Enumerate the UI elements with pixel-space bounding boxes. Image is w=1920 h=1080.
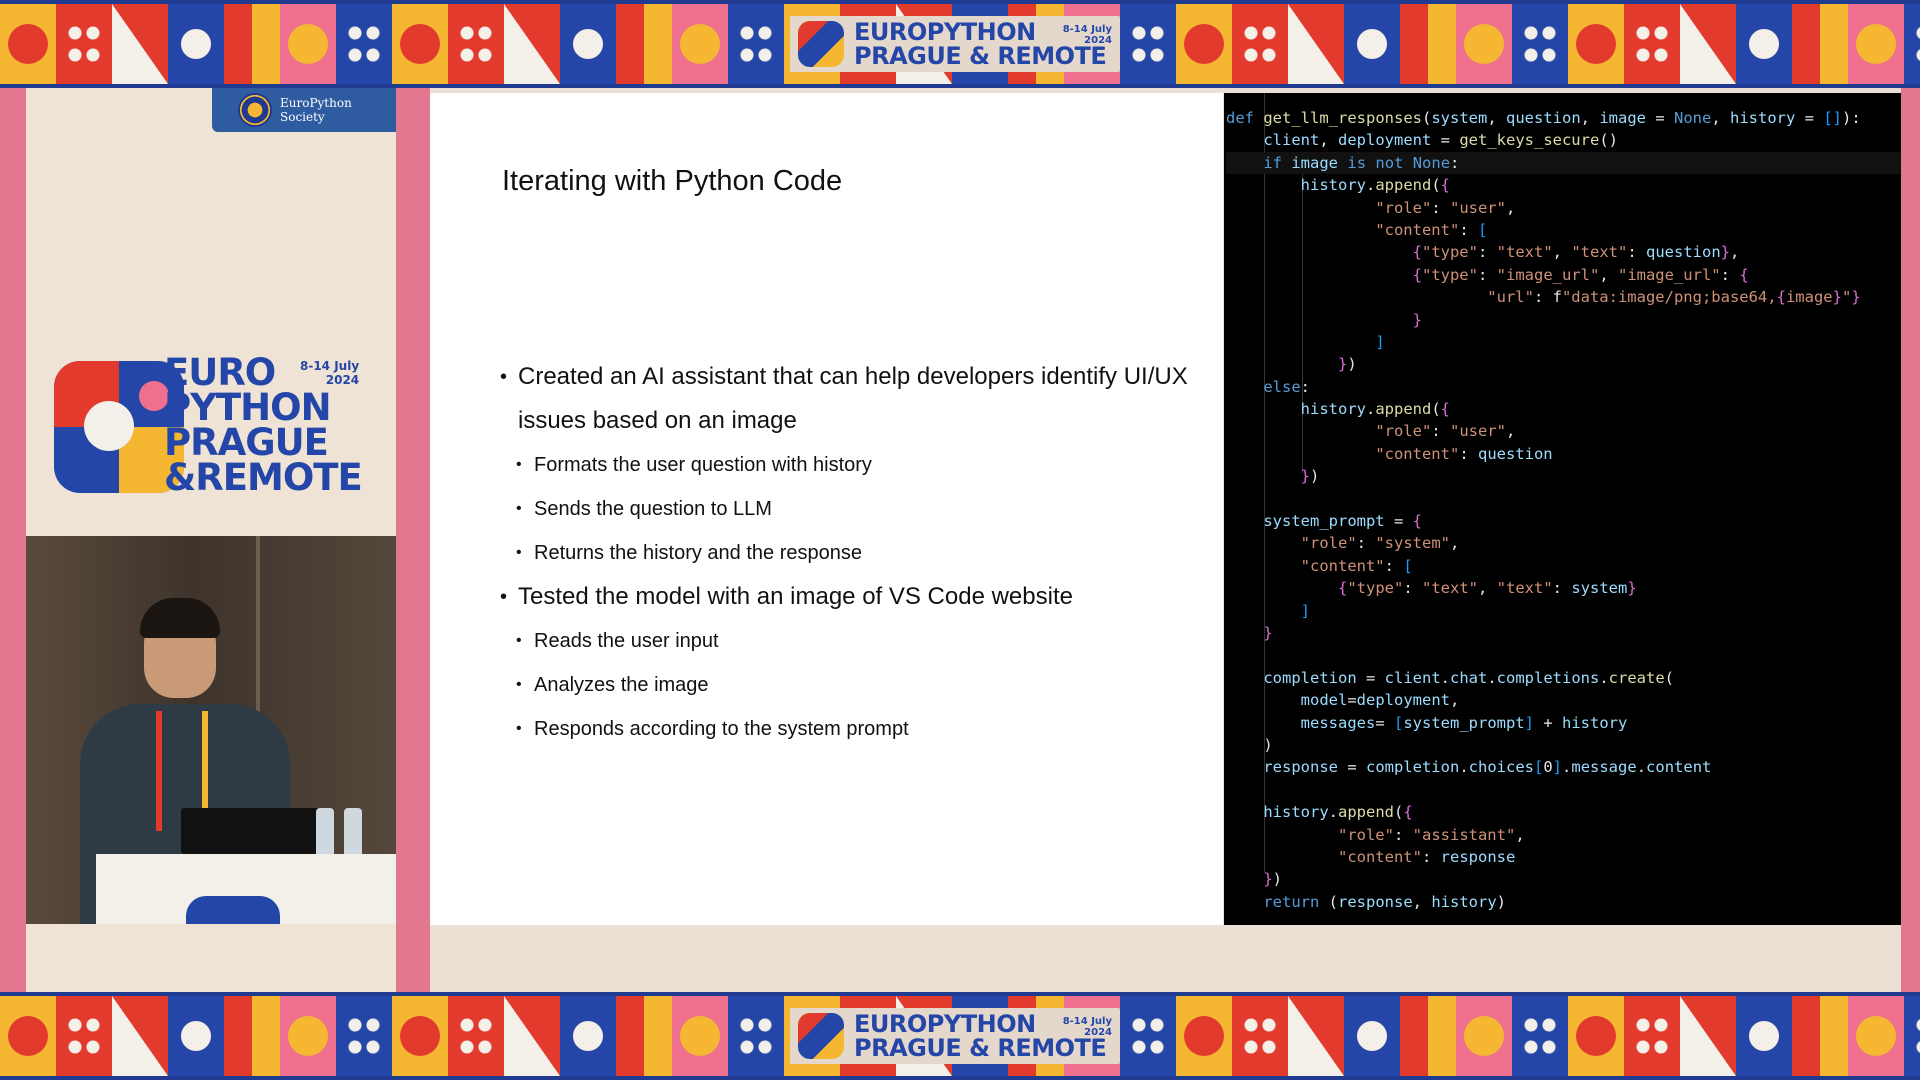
conference-title-line2: PYTHON [164, 386, 332, 429]
code-line: "content": response [1337, 847, 1516, 866]
banner-dates-line1: 8-14 July [1062, 24, 1112, 35]
code-line: "role": "assistant", [1337, 825, 1525, 844]
banner-dates-line1: 8-14 July [1062, 1016, 1112, 1027]
banner-dates: 8-14 July 2024 [1063, 24, 1112, 46]
conference-title-line3: PRAGUE [164, 421, 329, 464]
sub-bullet-item: Reads the user input [500, 619, 1200, 663]
code-line: } [1412, 310, 1422, 329]
code-line: }) [1300, 467, 1320, 486]
presentation-slide: Iterating with Python Code Created an AI… [430, 93, 1223, 925]
europython-logo-icon [798, 21, 844, 67]
speaker-video [26, 536, 396, 924]
banner-line2: PRAGUE & REMOTE [854, 42, 1107, 70]
society-line1: EuroPython [280, 96, 352, 110]
code-line: client, deployment = get_keys_secure() [1263, 131, 1618, 150]
code-line: completion = client.chat.completions.cre… [1263, 668, 1675, 687]
frame-strip-right [1901, 88, 1920, 992]
banner-line2: PRAGUE & REMOTE [854, 1034, 1107, 1062]
code-line: "role": "user", [1375, 198, 1516, 217]
code-line: return (response, history) [1263, 892, 1506, 911]
code-line: history.append({ [1300, 176, 1451, 195]
frame-strip-middle [396, 88, 430, 992]
code-line: response = completion.choices[0].message… [1263, 758, 1712, 777]
code-line: ] [1300, 601, 1310, 620]
code-line: model=deployment, [1300, 691, 1460, 710]
sub-bullet-item: Analyzes the image [500, 663, 1200, 707]
bottom-banner: EUROPYTHON PRAGUE & REMOTE 8-14 July 202… [0, 992, 1920, 1080]
code-line: "content": [ [1300, 556, 1413, 575]
society-logo-icon [238, 93, 272, 127]
banner-dates: 8-14 July 2024 [1063, 1016, 1112, 1038]
code-line: {"type": "text", "text": question}, [1412, 243, 1740, 262]
conference-dates-line1: 8-14 July [300, 359, 360, 373]
banner-logo: EUROPYTHON PRAGUE & REMOTE 8-14 July 202… [790, 16, 1120, 72]
code-line: }) [1263, 870, 1283, 889]
banner-dates-line2: 2024 [1084, 35, 1112, 46]
code-line: {"type": "image_url", "image_url": { [1412, 265, 1749, 284]
code-line: def get_llm_responses(system, question, … [1226, 109, 1861, 127]
code-line: ) [1226, 735, 1273, 754]
sub-bullet-item: Formats the user question with history [500, 443, 1200, 487]
conference-title-line4: &REMOTE [164, 456, 363, 499]
europython-logo-icon [798, 1013, 844, 1059]
bullet-item: Created an AI assistant that can help de… [500, 355, 1200, 443]
bullet-item: Tested the model with an image of VS Cod… [500, 575, 1200, 619]
banner-logo: EUROPYTHON PRAGUE & REMOTE 8-14 July 202… [790, 1008, 1120, 1064]
society-text: EuroPython Society [280, 96, 352, 124]
code-line: history.append({ [1263, 803, 1413, 822]
code-line: "role": "system", [1300, 534, 1460, 553]
conference-logo: EURO PYTHON PRAGUE &REMOTE 8-14 July 202… [50, 354, 363, 500]
conference-dates-line2: 2024 [325, 373, 360, 387]
laptop [181, 808, 321, 854]
code-line: system_prompt = { [1263, 512, 1422, 531]
code-line: }) [1337, 355, 1357, 374]
code-line: } [1263, 623, 1273, 642]
banner-dates-line2: 2024 [1084, 1027, 1112, 1038]
code-line: "content": [ [1375, 220, 1488, 239]
code-line: "content": question [1375, 444, 1553, 463]
code-line: if image is not None: [1226, 151, 1901, 175]
code-line: {"type": "text", "text": system} [1337, 579, 1637, 598]
europython-society-badge: EuroPython Society [212, 88, 396, 132]
top-banner: EUROPYTHON PRAGUE & REMOTE 8-14 July 202… [0, 0, 1920, 88]
code-line: ] [1375, 332, 1385, 351]
code-line: "url": f"data:image/png;base64,{image}"} [1487, 288, 1861, 307]
code-block: def get_llm_responses(system, question, … [1224, 93, 1901, 913]
code-line: "role": "user", [1375, 422, 1516, 441]
sub-bullet-item: Returns the history and the response [500, 531, 1200, 575]
sub-bullet-item: Sends the question to LLM [500, 487, 1200, 531]
code-line: history.append({ [1300, 400, 1451, 419]
sub-bullet-item: Responds according to the system prompt [500, 707, 1200, 751]
code-line: else: [1263, 377, 1310, 396]
conference-dates: 8-14 July 2024 [300, 359, 359, 387]
slide-bullets: Created an AI assistant that can help de… [500, 355, 1200, 751]
code-panel: def get_llm_responses(system, question, … [1224, 93, 1901, 925]
society-line2: Society [280, 110, 325, 124]
frame-strip-left [0, 88, 26, 992]
slide-title: Iterating with Python Code [502, 165, 843, 197]
code-line: messages= [system_prompt] + history [1300, 713, 1628, 732]
